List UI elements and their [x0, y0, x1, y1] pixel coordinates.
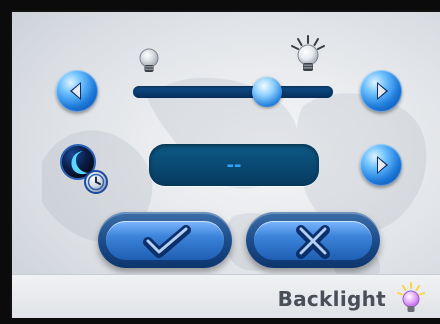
timeout-value: -- — [226, 154, 242, 176]
brightness-increase-button[interactable] — [360, 70, 402, 112]
bulb-bright-icon — [291, 35, 325, 71]
cancel-button[interactable] — [246, 212, 380, 268]
brightness-slider[interactable] — [133, 77, 333, 107]
lightbulb-logo-icon — [397, 282, 425, 312]
moon-clock-icon — [60, 144, 108, 194]
checkmark-icon — [143, 225, 191, 258]
right-arrow-icon — [377, 156, 388, 174]
brightness-decrease-button[interactable] — [56, 70, 98, 112]
timeout-next-button[interactable] — [360, 144, 402, 186]
left-arrow-icon — [70, 82, 81, 100]
backlight-settings-panel: -- Backlight — [10, 10, 440, 318]
title-bar: Backlight — [12, 274, 440, 318]
page-title: Backlight — [277, 287, 386, 311]
ok-button[interactable] — [98, 212, 232, 268]
x-icon — [296, 225, 330, 259]
bulb-dim-icon — [139, 48, 159, 72]
backlight-timeout-display: -- — [149, 144, 319, 186]
brightness-slider-thumb[interactable] — [252, 77, 282, 107]
right-arrow-icon — [377, 82, 388, 100]
screen-frame: -- Backlight — [0, 0, 440, 324]
